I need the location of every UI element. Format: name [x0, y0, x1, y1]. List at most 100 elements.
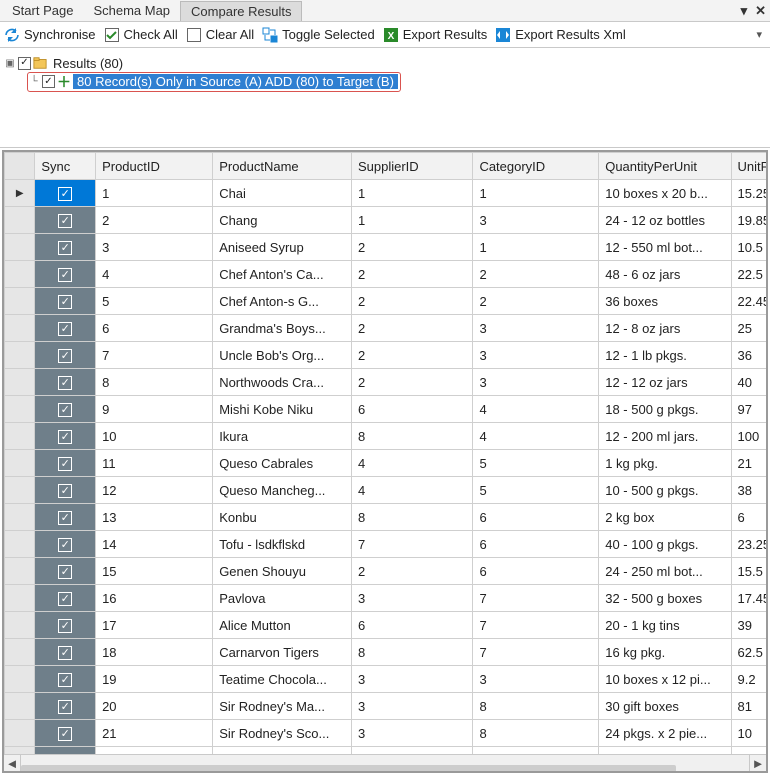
toolbar-overflow-icon[interactable]: ▾: [752, 28, 766, 41]
col-productname[interactable]: ProductName: [213, 153, 352, 180]
row-header[interactable]: [5, 180, 35, 207]
scroll-thumb[interactable]: [21, 765, 676, 773]
row-header[interactable]: [5, 477, 35, 504]
cell-supplierid[interactable]: 3: [351, 693, 472, 720]
tab-schema-map[interactable]: Schema Map: [83, 1, 180, 20]
row-header[interactable]: [5, 531, 35, 558]
cell-unitprice[interactable]: 100: [731, 423, 766, 450]
row-header[interactable]: [5, 369, 35, 396]
toggle-selected-button[interactable]: Toggle Selected: [262, 27, 375, 43]
sync-checkbox[interactable]: [58, 349, 72, 363]
cell-unitprice[interactable]: 9.2: [731, 666, 766, 693]
table-row[interactable]: 1Chai1110 boxes x 20 b...15.25: [5, 180, 767, 207]
sync-cell[interactable]: [35, 234, 96, 261]
cell-productid[interactable]: 21: [96, 720, 213, 747]
cell-categoryid[interactable]: 7: [473, 639, 599, 666]
cell-unitprice[interactable]: 22.45: [731, 288, 766, 315]
tab-compare-results[interactable]: Compare Results: [180, 1, 302, 21]
row-header[interactable]: [5, 612, 35, 639]
row-header[interactable]: [5, 504, 35, 531]
cell-quantityperunit[interactable]: 36 boxes: [599, 288, 731, 315]
cell-quantityperunit[interactable]: 10 - 500 g pkgs.: [599, 477, 731, 504]
sync-checkbox[interactable]: [58, 619, 72, 633]
table-row[interactable]: 21Sir Rodney's Sco...3824 pkgs. x 2 pie.…: [5, 720, 767, 747]
cell-supplierid[interactable]: 8: [351, 423, 472, 450]
cell-productname[interactable]: Ikura: [213, 423, 352, 450]
sync-checkbox[interactable]: [58, 241, 72, 255]
cell-productid[interactable]: 18: [96, 639, 213, 666]
table-row[interactable]: 2Chang1324 - 12 oz bottles19.85: [5, 207, 767, 234]
table-row[interactable]: 16Pavlova3732 - 500 g boxes17.45: [5, 585, 767, 612]
sync-cell[interactable]: [35, 558, 96, 585]
row-header[interactable]: [5, 207, 35, 234]
cell-productname[interactable]: Carnarvon Tigers: [213, 639, 352, 666]
cell-productname[interactable]: Sir Rodney's Ma...: [213, 693, 352, 720]
sync-cell[interactable]: [35, 477, 96, 504]
cell-productname[interactable]: Northwoods Cra...: [213, 369, 352, 396]
row-header[interactable]: [5, 558, 35, 585]
table-row[interactable]: 11Queso Cabrales451 kg pkg.21: [5, 450, 767, 477]
table-row[interactable]: 3Aniseed Syrup2112 - 550 ml bot...10.5: [5, 234, 767, 261]
sync-checkbox[interactable]: [58, 268, 72, 282]
cell-unitprice[interactable]: 39: [731, 612, 766, 639]
sync-cell[interactable]: [35, 585, 96, 612]
cell-categoryid[interactable]: 8: [473, 693, 599, 720]
cell-productid[interactable]: 13: [96, 504, 213, 531]
cell-productid[interactable]: 17: [96, 612, 213, 639]
sync-checkbox[interactable]: [58, 430, 72, 444]
cell-productname[interactable]: Pavlova: [213, 585, 352, 612]
cell-quantityperunit[interactable]: 12 - 8 oz jars: [599, 315, 731, 342]
cell-productid[interactable]: 7: [96, 342, 213, 369]
row-header[interactable]: [5, 693, 35, 720]
cell-quantityperunit[interactable]: 12 - 550 ml bot...: [599, 234, 731, 261]
cell-productname[interactable]: Alice Mutton: [213, 612, 352, 639]
row-header[interactable]: [5, 639, 35, 666]
cell-productname[interactable]: Gustaf's Knäcke...: [213, 747, 352, 755]
col-supplierid[interactable]: SupplierID: [351, 153, 472, 180]
cell-unitprice[interactable]: 40: [731, 369, 766, 396]
row-header[interactable]: [5, 423, 35, 450]
pin-icon[interactable]: ▾: [737, 3, 752, 19]
cell-productid[interactable]: 8: [96, 369, 213, 396]
cell-quantityperunit[interactable]: 1 kg pkg.: [599, 450, 731, 477]
cell-categoryid[interactable]: 3: [473, 315, 599, 342]
sync-cell[interactable]: [35, 369, 96, 396]
cell-quantityperunit[interactable]: 24 - 250 ml bot...: [599, 558, 731, 585]
table-row[interactable]: 12Queso Mancheg...4510 - 500 g pkgs.38: [5, 477, 767, 504]
cell-supplierid[interactable]: 2: [351, 234, 472, 261]
table-row[interactable]: 20Sir Rodney's Ma...3830 gift boxes81: [5, 693, 767, 720]
cell-productid[interactable]: 15: [96, 558, 213, 585]
cell-supplierid[interactable]: 3: [351, 666, 472, 693]
col-categoryid[interactable]: CategoryID: [473, 153, 599, 180]
cell-productname[interactable]: Uncle Bob's Org...: [213, 342, 352, 369]
cell-productname[interactable]: Chef Anton-s G...: [213, 288, 352, 315]
cell-supplierid[interactable]: 2: [351, 288, 472, 315]
scroll-right-icon[interactable]: ►: [749, 755, 766, 772]
sync-cell[interactable]: [35, 288, 96, 315]
cell-productname[interactable]: Aniseed Syrup: [213, 234, 352, 261]
cell-unitprice[interactable]: 21: [731, 450, 766, 477]
sync-cell[interactable]: [35, 531, 96, 558]
table-row[interactable]: 22Gustaf's Knäcke...9524 - 500 g pkgs.21: [5, 747, 767, 755]
table-row[interactable]: 13Konbu862 kg box6: [5, 504, 767, 531]
synchronise-button[interactable]: Synchronise: [4, 27, 96, 43]
cell-productid[interactable]: 19: [96, 666, 213, 693]
grid-scroll[interactable]: Sync ProductID ProductName SupplierID Ca…: [4, 152, 766, 754]
cell-productid[interactable]: 10: [96, 423, 213, 450]
cell-supplierid[interactable]: 3: [351, 720, 472, 747]
sync-cell[interactable]: [35, 423, 96, 450]
cell-productid[interactable]: 4: [96, 261, 213, 288]
col-quantity[interactable]: QuantityPerUnit: [599, 153, 731, 180]
cell-quantityperunit[interactable]: 30 gift boxes: [599, 693, 731, 720]
table-row[interactable]: 10Ikura8412 - 200 ml jars.100: [5, 423, 767, 450]
tab-start-page[interactable]: Start Page: [2, 1, 83, 20]
row-header[interactable]: [5, 585, 35, 612]
sync-checkbox[interactable]: [58, 484, 72, 498]
table-row[interactable]: 18Carnarvon Tigers8716 kg pkg.62.5: [5, 639, 767, 666]
cell-categoryid[interactable]: 3: [473, 342, 599, 369]
cell-categoryid[interactable]: 8: [473, 720, 599, 747]
cell-supplierid[interactable]: 6: [351, 612, 472, 639]
row-header[interactable]: [5, 261, 35, 288]
tree-root[interactable]: ▣ Results (80): [4, 54, 762, 72]
collapse-icon[interactable]: ▣: [4, 58, 16, 69]
